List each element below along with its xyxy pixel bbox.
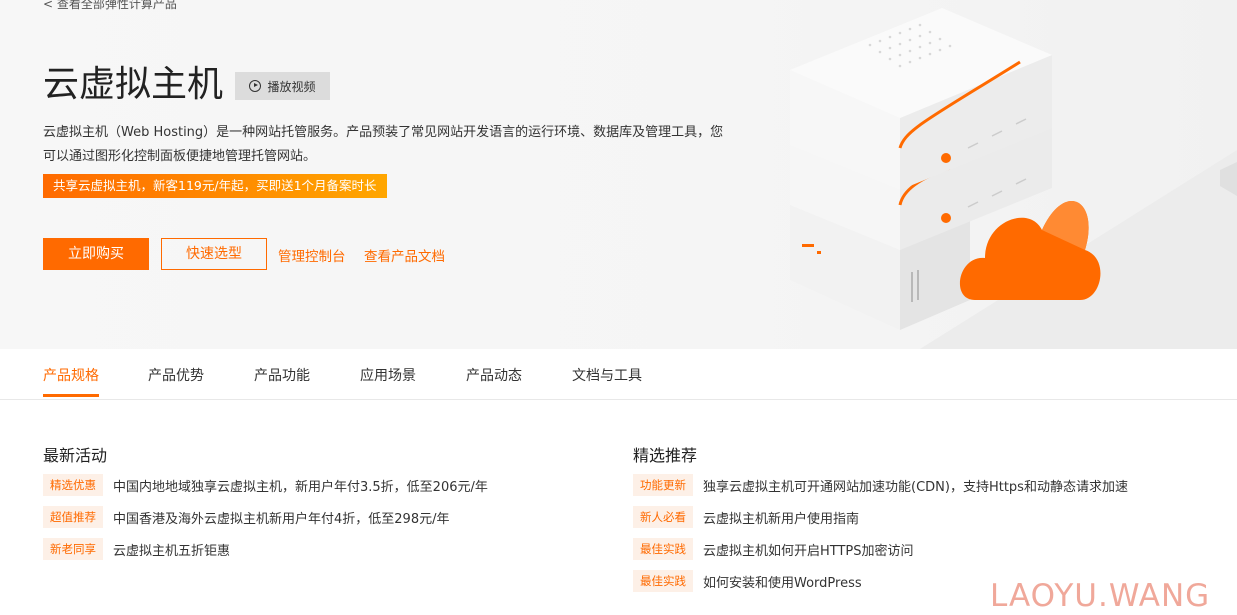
item-text[interactable]: 如何安装和使用WordPress xyxy=(703,572,862,591)
item-tag: 最佳实践 xyxy=(633,570,693,592)
list-item[interactable]: 最佳实践 如何安装和使用WordPress xyxy=(633,570,862,592)
play-video-label: 播放视频 xyxy=(267,79,316,94)
list-item[interactable]: 新老同享 云虚拟主机五折钜惠 xyxy=(43,538,230,560)
item-text[interactable]: 云虚拟主机新用户使用指南 xyxy=(703,508,859,527)
tab-news[interactable]: 产品动态 xyxy=(466,365,522,385)
promo-banner[interactable]: 共享云虚拟主机，新客119元/年起，买即送1个月备案时长 xyxy=(43,174,387,198)
product-docs-link[interactable]: 查看产品文档 xyxy=(364,245,445,265)
list-item[interactable]: 新人必看 云虚拟主机新用户使用指南 xyxy=(633,506,859,528)
item-tag: 功能更新 xyxy=(633,474,693,496)
server-cloud-illustration xyxy=(790,8,1237,349)
item-tag: 最佳实践 xyxy=(633,538,693,560)
list-item[interactable]: 精选优惠 中国内地地域独享云虚拟主机，新用户年付3.5折，低至206元/年 xyxy=(43,474,488,496)
item-tag: 新人必看 xyxy=(633,506,693,528)
active-tab-indicator xyxy=(43,394,99,397)
back-link[interactable]: < 查看全部弹性计算产品 xyxy=(43,0,177,12)
play-video-button[interactable]: 播放视频 xyxy=(235,72,330,100)
product-description: 云虚拟主机（Web Hosting）是一种网站托管服务。产品预装了常见网站开发语… xyxy=(43,125,724,164)
buy-now-button[interactable]: 立即购买 xyxy=(43,238,149,270)
list-item[interactable]: 超值推荐 中国香港及海外云虚拟主机新用户年付4折，低至298元/年 xyxy=(43,506,449,528)
list-item[interactable]: 功能更新 独享云虚拟主机可开通网站加速功能(CDN)，支持Https和动静态请求… xyxy=(633,474,1128,496)
item-tag: 新老同享 xyxy=(43,538,103,560)
list-item[interactable]: 最佳实践 云虚拟主机如何开启HTTPS加密访问 xyxy=(633,538,914,560)
tab-specs[interactable]: 产品规格 xyxy=(43,365,99,385)
console-link[interactable]: 管理控制台 xyxy=(278,245,346,265)
tab-advantages[interactable]: 产品优势 xyxy=(148,365,204,385)
watermark: LAOYU.WANG xyxy=(990,578,1211,614)
product-tabs: 产品规格 产品优势 产品功能 应用场景 产品动态 文档与工具 xyxy=(0,349,1237,400)
hero-banner: < 查看全部弹性计算产品 云虚拟主机 播放视频 云虚拟主机（Web Hostin… xyxy=(0,0,1237,349)
play-icon xyxy=(249,80,262,92)
tab-scenarios[interactable]: 应用场景 xyxy=(360,365,416,385)
tab-features[interactable]: 产品功能 xyxy=(254,365,310,385)
page-title: 云虚拟主机 xyxy=(43,64,224,105)
recommended-title: 精选推荐 xyxy=(633,446,698,465)
latest-activities-title: 最新活动 xyxy=(43,446,108,465)
item-tag: 超值推荐 xyxy=(43,506,103,528)
tab-docs-tools[interactable]: 文档与工具 xyxy=(572,365,642,385)
item-text[interactable]: 中国内地地域独享云虚拟主机，新用户年付3.5折，低至206元/年 xyxy=(113,476,488,495)
item-text[interactable]: 云虚拟主机如何开启HTTPS加密访问 xyxy=(703,540,914,559)
item-tag: 精选优惠 xyxy=(43,474,103,496)
item-text[interactable]: 独享云虚拟主机可开通网站加速功能(CDN)，支持Https和动静态请求加速 xyxy=(703,476,1128,495)
item-text[interactable]: 中国香港及海外云虚拟主机新用户年付4折，低至298元/年 xyxy=(113,508,449,527)
quick-select-button[interactable]: 快速选型 xyxy=(161,238,267,270)
item-text[interactable]: 云虚拟主机五折钜惠 xyxy=(113,540,230,559)
